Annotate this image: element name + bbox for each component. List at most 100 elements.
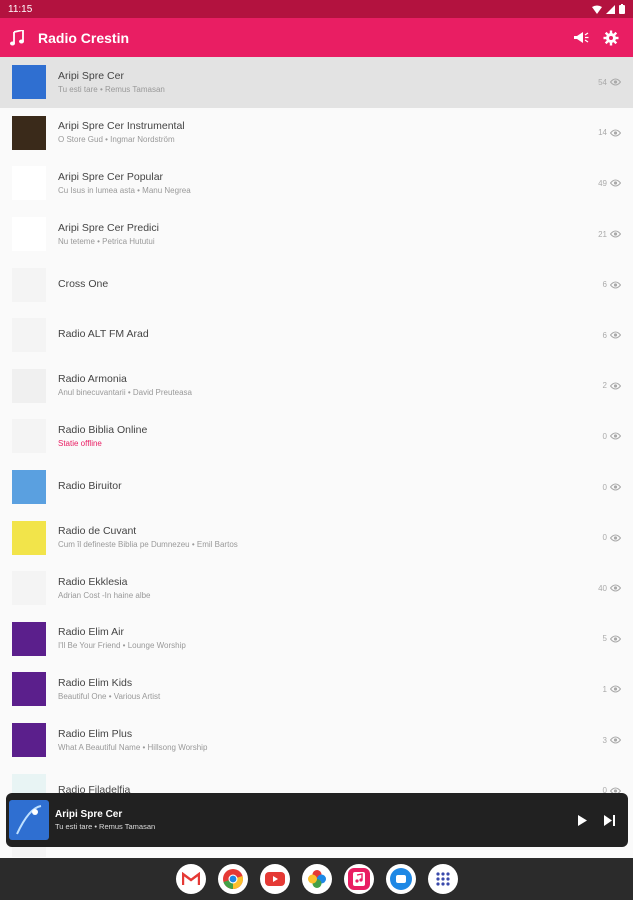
play-icon <box>578 814 587 826</box>
radio-crestin-app-icon[interactable] <box>343 864 374 894</box>
station-info: Aripi Spre Cer Predici Nu teteme • Petric… <box>58 222 598 247</box>
station-info: Radio Armonia Anul binecuvantarii • David… <box>58 373 603 398</box>
player-artwork <box>9 800 49 840</box>
station-row[interactable]: Aripi Spre Cer Predici Nu teteme • Petric… <box>0 209 633 260</box>
skip-next-icon <box>604 814 615 826</box>
station-row[interactable]: Radio Elim Plus What A Beautiful Name • H… <box>0 715 633 766</box>
station-now-playing: Adrian Cost -In haine albe <box>58 590 151 600</box>
next-button[interactable] <box>598 808 622 832</box>
station-name: Radio Elim Air <box>58 626 124 639</box>
eye-icon <box>610 483 621 491</box>
listener-count: 49 <box>598 179 621 188</box>
station-now-playing: Statie offline <box>58 438 102 448</box>
app-title: Radio Crestin <box>38 29 130 46</box>
listener-count: 54 <box>598 78 621 87</box>
listener-count-value: 21 <box>598 229 607 239</box>
settings-button[interactable] <box>599 26 623 50</box>
eye-icon <box>610 584 621 592</box>
eye-icon <box>610 78 621 86</box>
listener-count-value: 1 <box>602 684 607 694</box>
station-logo <box>12 419 46 454</box>
photos-app-icon[interactable] <box>301 864 332 894</box>
station-logo <box>12 65 46 100</box>
station-logo <box>12 723 46 758</box>
station-info: Radio Elim Plus What A Beautiful Name • H… <box>58 728 603 753</box>
station-name: Radio de Cuvant <box>58 525 137 538</box>
station-name: Radio Armonia <box>58 373 127 386</box>
station-logo <box>12 368 46 403</box>
station-row[interactable]: Radio Elim Air I'll Be Your Friend • Loun… <box>0 614 633 665</box>
announcement-button[interactable] <box>569 26 593 50</box>
youtube-app-icon[interactable] <box>259 864 290 894</box>
dock <box>0 858 633 900</box>
listener-count: 40 <box>598 584 621 593</box>
eye-icon <box>610 534 621 542</box>
station-logo <box>12 166 46 201</box>
station-name: Radio Biruitor <box>58 480 122 493</box>
listener-count-value: 49 <box>598 178 607 188</box>
station-row[interactable]: Radio de Cuvant Cum îl defineste Biblia p… <box>0 512 633 563</box>
eye-icon <box>610 179 621 187</box>
player-title: Aripi Spre Cer <box>55 809 123 820</box>
station-info: Radio Biblia Online Statie offline <box>58 424 603 449</box>
listener-count: 1 <box>603 685 621 694</box>
wifi-icon <box>592 5 602 14</box>
station-name: Aripi Spre Cer <box>58 69 124 82</box>
station-logo <box>12 470 46 505</box>
station-row[interactable]: Radio Elim Kids Beautiful One • Various A… <box>0 664 633 715</box>
station-now-playing: Beautiful One • Various Artist <box>58 691 161 701</box>
station-now-playing: Anul binecuvantarii • David Preuteasa <box>58 388 192 398</box>
station-row[interactable]: Aripi Spre Cer Tu esti tare • Remus Tamas… <box>0 57 633 108</box>
gmail-app-icon[interactable] <box>175 864 206 894</box>
station-row[interactable]: Aripi Spre Cer Popular Cu Isus in lumea a… <box>0 158 633 209</box>
station-now-playing: O Store Gud • Ingmar Nordström <box>58 135 175 145</box>
listener-count-value: 3 <box>602 735 607 745</box>
station-info: Aripi Spre Cer Popular Cu Isus in lumea a… <box>58 171 598 196</box>
station-logo <box>12 621 46 656</box>
station-list: Aripi Spre Cer Tu esti tare • Remus Tamas… <box>0 57 633 857</box>
station-now-playing: What A Beautiful Name • Hillsong Worship <box>58 742 208 752</box>
listener-count-value: 0 <box>602 431 607 441</box>
player-info: Aripi Spre Cer Tu esti tare • Remus Tama… <box>55 809 566 831</box>
megaphone-icon <box>574 31 589 43</box>
station-row[interactable]: Cross One 6 <box>0 259 633 310</box>
messages-app-icon[interactable] <box>385 864 416 894</box>
station-info: Radio Ekklesia Adrian Cost -In haine albe <box>58 576 598 601</box>
station-logo <box>12 318 46 353</box>
play-button[interactable] <box>570 808 594 832</box>
listener-count: 2 <box>603 381 621 390</box>
station-row[interactable]: Radio Armonia Anul binecuvantarii • David… <box>0 361 633 412</box>
eye-icon <box>610 432 621 440</box>
station-info: Radio Biruitor <box>58 480 603 494</box>
station-row[interactable]: Radio Ekklesia Adrian Cost -In haine albe… <box>0 563 633 614</box>
listener-count-value: 5 <box>602 634 607 644</box>
station-row[interactable]: Radio Biruitor 0 <box>0 462 633 513</box>
station-info: Aripi Spre Cer Instrumental O Store Gud •… <box>58 120 598 145</box>
listener-count: 0 <box>603 483 621 492</box>
app-bar: Radio Crestin <box>0 18 633 57</box>
station-name: Radio Elim Kids <box>58 676 133 689</box>
chrome-app-icon[interactable] <box>217 864 248 894</box>
station-name: Radio Elim Plus <box>58 727 133 740</box>
listener-count-value: 40 <box>598 583 607 593</box>
listener-count: 6 <box>603 280 621 289</box>
listener-count-value: 6 <box>602 280 607 290</box>
listener-count-value: 0 <box>602 533 607 543</box>
signal-icon <box>606 4 615 14</box>
eye-icon <box>610 331 621 339</box>
app-drawer-icon[interactable] <box>427 864 458 894</box>
player-subtitle: Tu esti tare • Remus Tamasan <box>55 822 156 831</box>
listener-count-value: 6 <box>602 330 607 340</box>
battery-icon <box>619 4 625 14</box>
station-row[interactable]: Radio ALT FM Arad 6 <box>0 310 633 361</box>
station-name: Radio ALT FM Arad <box>58 328 149 341</box>
station-row[interactable]: Aripi Spre Cer Instrumental O Store Gud •… <box>0 108 633 159</box>
eye-icon <box>610 685 621 693</box>
mini-player[interactable]: Aripi Spre Cer Tu esti tare • Remus Tama… <box>6 793 628 847</box>
station-logo <box>12 571 46 606</box>
station-name: Aripi Spre Cer Instrumental <box>58 120 185 133</box>
station-info: Radio de Cuvant Cum îl defineste Biblia p… <box>58 525 603 550</box>
music-note-icon <box>10 29 24 45</box>
station-info: Aripi Spre Cer Tu esti tare • Remus Tamas… <box>58 70 598 95</box>
station-row[interactable]: Radio Biblia Online Statie offline 0 <box>0 411 633 462</box>
